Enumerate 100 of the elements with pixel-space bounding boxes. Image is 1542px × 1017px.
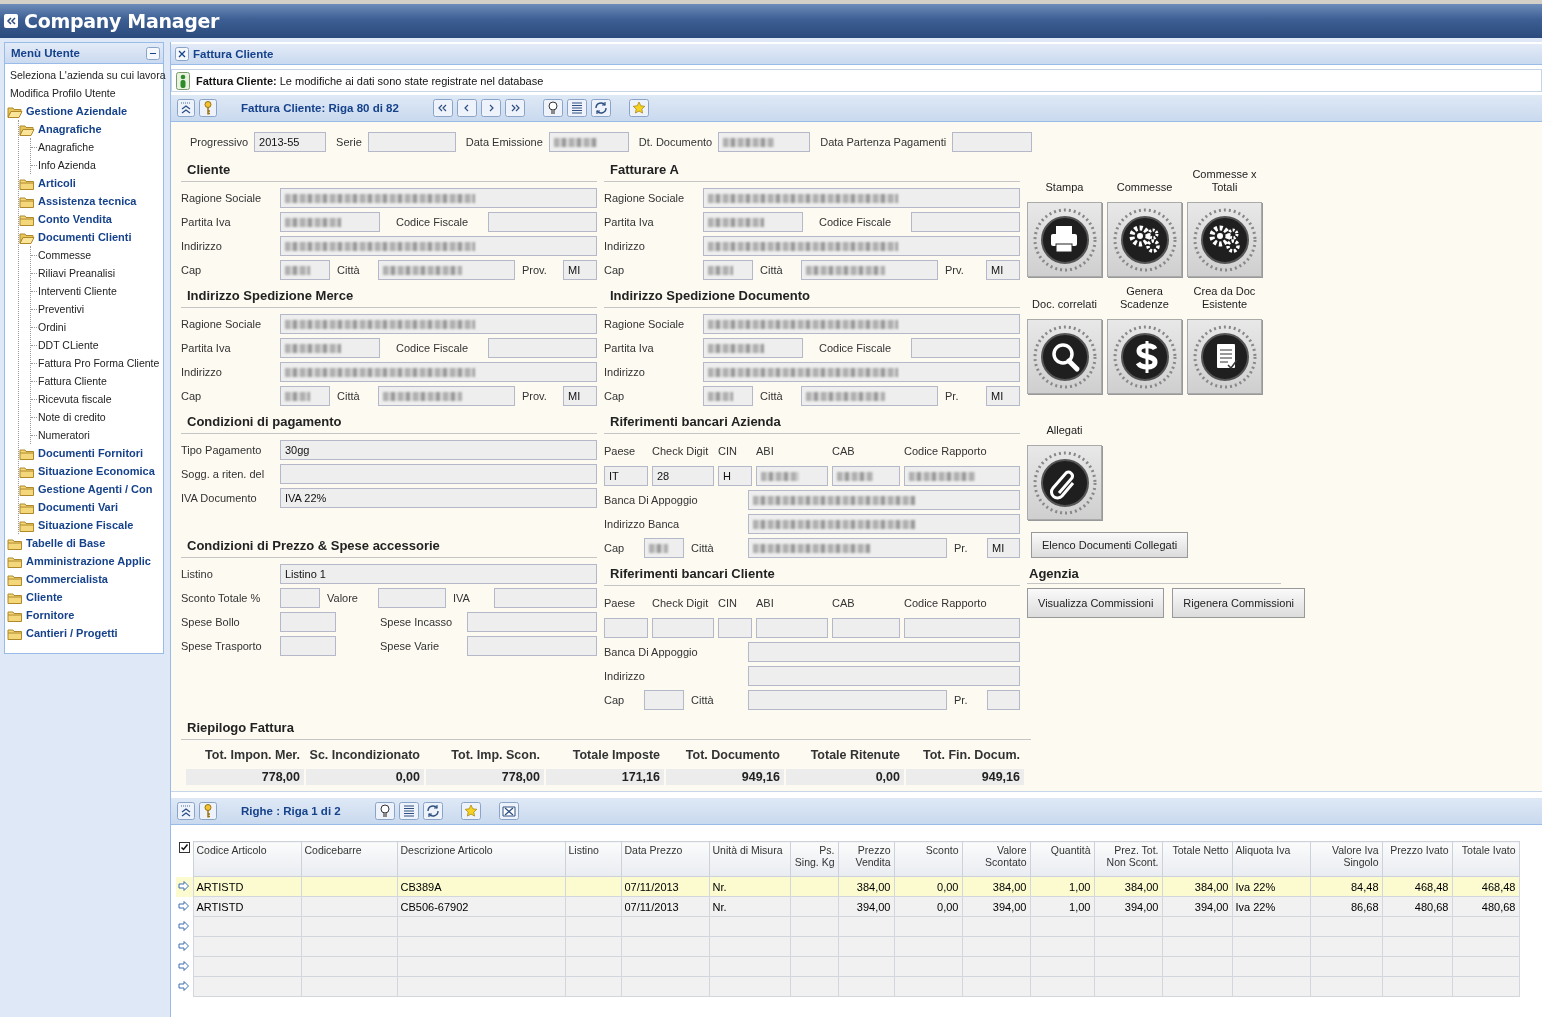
action-button[interactable]: [1027, 202, 1102, 277]
input-field[interactable]: [280, 314, 597, 334]
input-field[interactable]: [748, 642, 1020, 662]
input-field[interactable]: [987, 690, 1020, 710]
input-field[interactable]: 30gg: [280, 440, 597, 460]
menu-item[interactable]: Fattura Cliente: [38, 375, 107, 387]
input-field[interactable]: MI: [563, 260, 597, 280]
input-field[interactable]: [378, 260, 515, 280]
star-button[interactable]: [460, 802, 481, 820]
collapse-button[interactable]: [177, 802, 195, 820]
menu-folder[interactable]: Amministrazione Applic: [26, 555, 151, 567]
column-header[interactable]: Sconto: [894, 841, 962, 877]
menu-item[interactable]: Numeratori: [38, 429, 90, 441]
input-field[interactable]: [703, 386, 753, 406]
input-field[interactable]: [703, 260, 753, 280]
input-field[interactable]: Listino 1: [280, 564, 597, 584]
input-field[interactable]: [911, 212, 1020, 232]
input-field[interactable]: [756, 618, 828, 638]
input-field[interactable]: [801, 386, 938, 406]
input-field[interactable]: [280, 464, 597, 484]
linked-documents-button[interactable]: Elenco Documenti Collegati: [1031, 532, 1189, 558]
column-header[interactable]: Valore Iva Singolo: [1310, 841, 1382, 877]
menu-item[interactable]: Ricevuta fiscale: [38, 393, 112, 405]
input-field[interactable]: [703, 236, 1020, 256]
refresh-button[interactable]: [590, 99, 611, 117]
refresh-button[interactable]: [422, 802, 443, 820]
action-button[interactable]: [1027, 445, 1102, 520]
input-field[interactable]: 2013-55: [254, 132, 327, 152]
menu-item[interactable]: Interventi Cliente: [38, 285, 117, 297]
input-field[interactable]: IT: [604, 466, 648, 486]
key-button[interactable]: [199, 99, 217, 117]
menu-link[interactable]: Seleziona L'azienda su cui lavora: [7, 66, 166, 84]
menu-item[interactable]: Commesse: [38, 249, 92, 261]
menu-item[interactable]: Ordini: [38, 321, 66, 333]
input-field[interactable]: [748, 514, 1020, 534]
input-field[interactable]: [280, 612, 336, 632]
commission-button[interactable]: Visualizza Commissioni: [1027, 588, 1165, 618]
column-header[interactable]: Prezzo Vendita: [838, 841, 894, 877]
input-field[interactable]: [280, 338, 380, 358]
input-field[interactable]: [748, 666, 1020, 686]
menu-folder[interactable]: Assistenza tecnica: [38, 195, 137, 207]
action-button[interactable]: [1187, 202, 1262, 277]
input-field[interactable]: [467, 636, 597, 656]
menu-item[interactable]: DDT CLiente: [38, 339, 99, 351]
input-field[interactable]: [756, 466, 828, 486]
input-field[interactable]: [280, 636, 336, 656]
close-button[interactable]: [175, 47, 189, 61]
menu-item[interactable]: Riliavi Preanalisi: [38, 267, 116, 279]
input-field[interactable]: [280, 260, 330, 280]
input-field[interactable]: [718, 132, 811, 152]
last-page-button[interactable]: [504, 99, 525, 117]
menu-item[interactable]: Preventivi: [38, 303, 85, 315]
input-field[interactable]: [488, 338, 597, 358]
menu-folder[interactable]: Gestione Aziendale: [26, 105, 128, 117]
input-field[interactable]: [703, 314, 1020, 334]
commission-button[interactable]: Rigenera Commissioni: [1172, 588, 1305, 618]
column-header[interactable]: Valore Scontato: [962, 841, 1030, 877]
input-field[interactable]: [280, 236, 597, 256]
input-field[interactable]: IVA 22%: [280, 488, 597, 508]
input-field[interactable]: [703, 338, 803, 358]
input-field[interactable]: [367, 132, 456, 152]
input-field[interactable]: [280, 588, 320, 608]
menu-folder[interactable]: Anagrafiche: [38, 123, 102, 135]
menu-link[interactable]: Modifica Profilo Utente: [7, 84, 116, 102]
menu-folder[interactable]: Cliente: [26, 591, 63, 603]
menu-folder[interactable]: Gestione Agenti / Con: [38, 483, 153, 495]
list-button[interactable]: [398, 802, 419, 820]
input-field[interactable]: [644, 538, 684, 558]
menu-folder[interactable]: Fornitore: [26, 609, 75, 621]
input-field[interactable]: MI: [986, 386, 1020, 406]
list-button[interactable]: [566, 99, 587, 117]
menu-item[interactable]: Note di credito: [38, 411, 106, 423]
menu-folder[interactable]: Documenti Fornitori: [38, 447, 144, 459]
action-button[interactable]: [1187, 319, 1262, 394]
input-field[interactable]: 28: [652, 466, 714, 486]
first-page-button[interactable]: [432, 99, 453, 117]
key-button[interactable]: [199, 802, 217, 820]
input-field[interactable]: [832, 466, 900, 486]
input-field[interactable]: [280, 362, 597, 382]
input-field[interactable]: [911, 338, 1020, 358]
column-header[interactable]: Codice Articolo: [193, 841, 301, 877]
input-field[interactable]: MI: [986, 260, 1020, 280]
action-button[interactable]: [1107, 319, 1182, 394]
input-field[interactable]: [748, 690, 947, 710]
input-field[interactable]: [748, 490, 1020, 510]
lightbulb-button[interactable]: [374, 802, 395, 820]
input-field[interactable]: [703, 362, 1020, 382]
input-field[interactable]: [280, 188, 597, 208]
input-field[interactable]: [652, 618, 714, 638]
column-header[interactable]: Data Prezzo: [621, 841, 709, 877]
input-field[interactable]: [832, 618, 900, 638]
action-button[interactable]: [1107, 202, 1182, 277]
input-field[interactable]: [748, 538, 947, 558]
input-field[interactable]: [378, 386, 515, 406]
star-button[interactable]: [628, 99, 649, 117]
input-field[interactable]: [467, 612, 597, 632]
menu-item[interactable]: Info Azienda: [38, 159, 96, 171]
menu-item[interactable]: Anagrafiche: [38, 141, 95, 153]
input-field[interactable]: [494, 588, 597, 608]
menu-folder[interactable]: Situazione Fiscale: [38, 519, 134, 531]
